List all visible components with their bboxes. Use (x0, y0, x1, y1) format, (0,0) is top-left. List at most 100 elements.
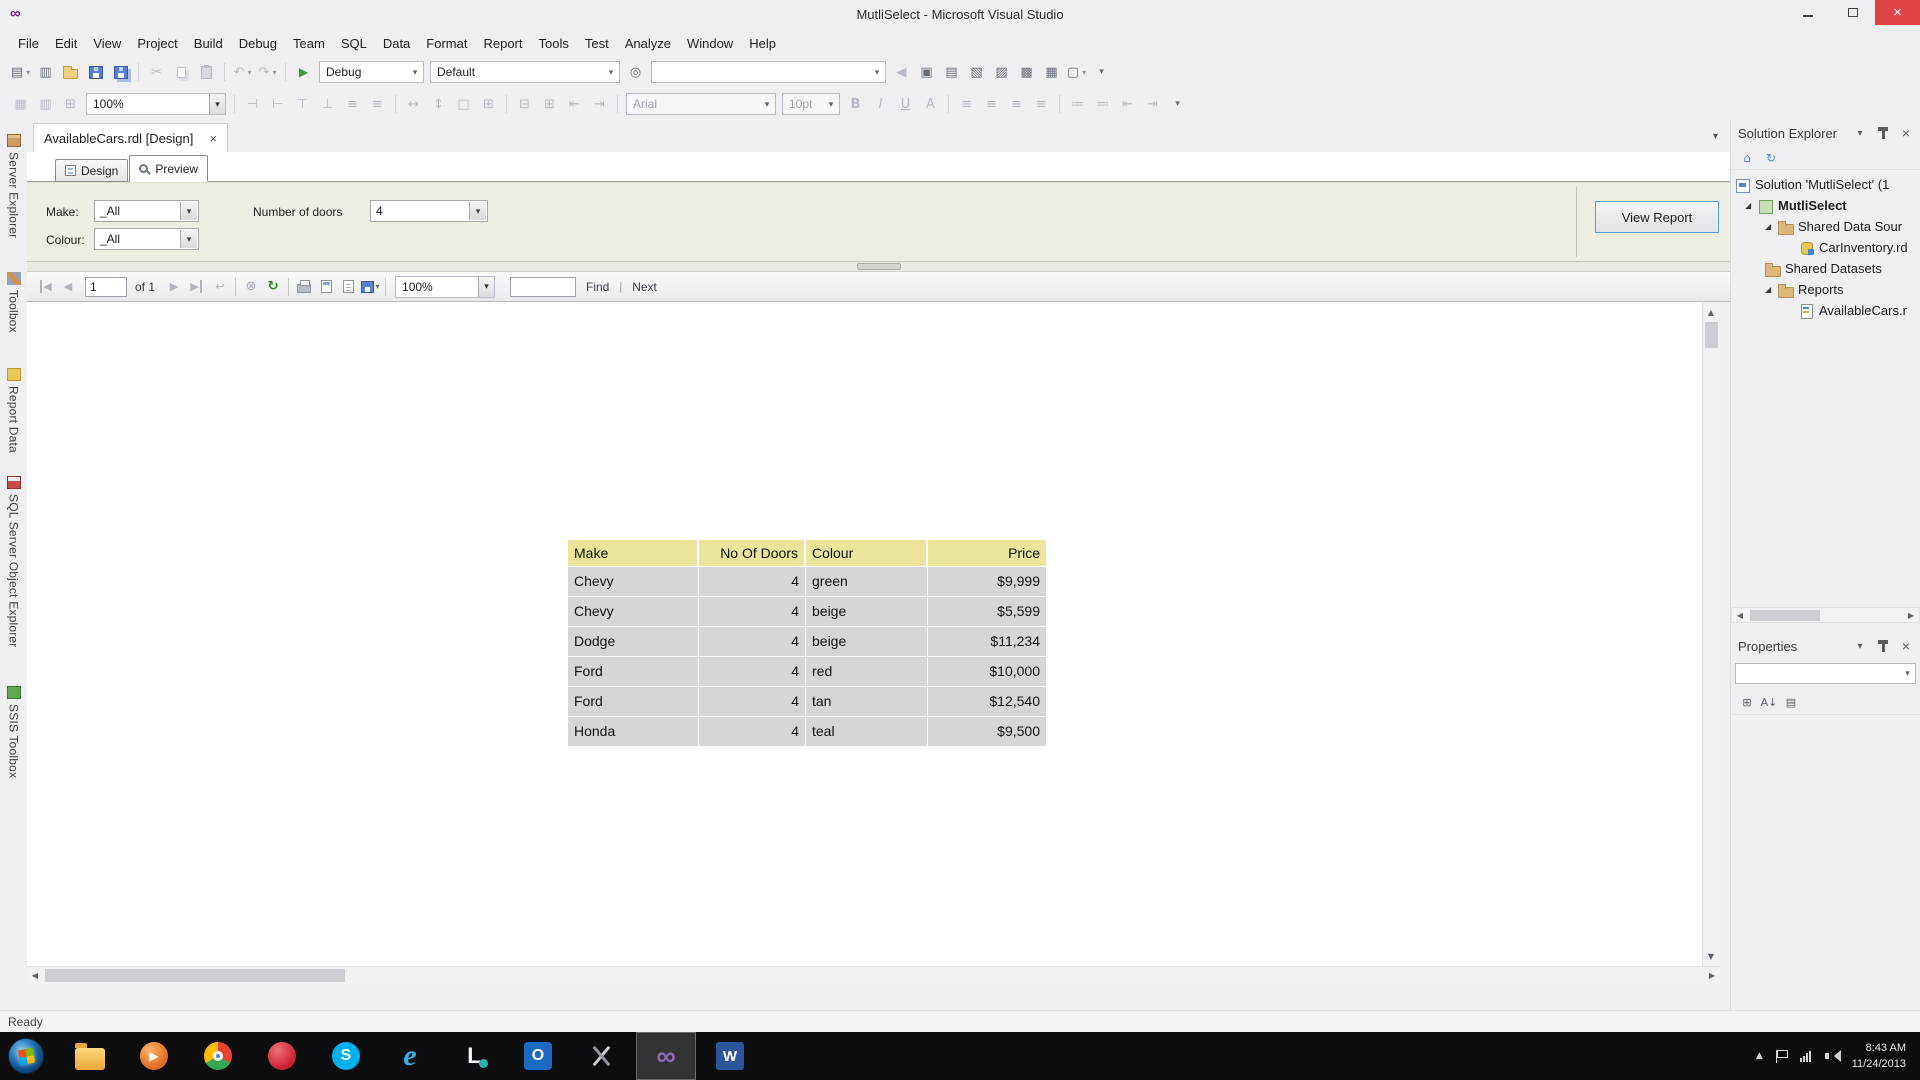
taskbar-item[interactable]: O (508, 1032, 568, 1080)
menu-item[interactable]: Project (129, 30, 185, 56)
toolbar-icon[interactable]: ▢ (1065, 60, 1088, 84)
menu-item[interactable]: Report (475, 30, 530, 56)
start-button[interactable] (8, 1038, 44, 1074)
toolbar-icon[interactable]: ⊣ (241, 92, 264, 116)
toolbar-icon[interactable]: ▣ (915, 60, 938, 84)
viewer-nav-button[interactable]: ▶ (163, 276, 185, 298)
taskbar-item[interactable]: S (316, 1032, 376, 1080)
font-size-combobox[interactable]: 10pt (782, 93, 840, 115)
tab-preview[interactable]: Preview (129, 155, 208, 182)
toolbar-icon[interactable]: ↶ (231, 60, 254, 84)
taskbar-item[interactable]: W (700, 1032, 760, 1080)
toolbar-icon[interactable]: ⊟ (513, 92, 536, 116)
menu-item[interactable]: SQL (333, 30, 375, 56)
toolbar-icon[interactable]: ▨ (990, 60, 1013, 84)
toolbar-icon[interactable]: ⇤ (1116, 92, 1139, 116)
page-number-input[interactable]: 1 (85, 277, 127, 297)
toolbar-icon[interactable]: ↕ (427, 92, 450, 116)
taskbar-item[interactable]: L (444, 1032, 504, 1080)
toolbar-icon[interactable]: ⊥ (316, 92, 339, 116)
parameters-splitter[interactable] (27, 262, 1730, 272)
toolbar-icon[interactable]: ◀ (890, 60, 913, 84)
menu-item[interactable]: Data (375, 30, 418, 56)
toolbar-icon[interactable]: ▦ (9, 92, 32, 116)
colour-combobox[interactable]: _All (94, 228, 199, 250)
menu-item[interactable]: Debug (231, 30, 285, 56)
toolbar-icon[interactable]: ≡ (366, 92, 389, 116)
solution-explorer-toolbar-icon[interactable]: ↻ (1761, 148, 1781, 168)
menu-item[interactable]: Test (577, 30, 617, 56)
properties-object-combobox[interactable] (1735, 663, 1916, 684)
viewer-nav-button[interactable]: ◀ (35, 276, 57, 298)
taskbar-item[interactable]: e (380, 1032, 440, 1080)
toolbar-icon[interactable]: I (869, 92, 892, 116)
toolbar-icon[interactable] (170, 60, 193, 84)
viewer-action-button[interactable]: ⊗ (240, 276, 262, 298)
menu-item[interactable]: File (10, 30, 47, 56)
scrollbar-thumb[interactable] (45, 969, 345, 982)
tree-item[interactable]: Reports (1731, 279, 1920, 300)
toolbar-icon[interactable] (195, 60, 218, 84)
viewer-action-button[interactable] (293, 276, 315, 298)
taskbar-item[interactable] (60, 1032, 120, 1080)
clock[interactable]: 8:43 AM 11/24/2013 (1852, 1040, 1906, 1073)
toolbar-icon[interactable]: ⇥ (1141, 92, 1164, 116)
toolbar-icon[interactable] (285, 63, 286, 81)
toolbar-icon[interactable]: ↷ (256, 60, 279, 84)
toolbar-icon[interactable]: ▩ (1015, 60, 1038, 84)
toolbar-icon[interactable]: ✂ (145, 60, 168, 84)
debug-configuration-combobox[interactable]: Debug (319, 61, 424, 83)
scroll-left-icon[interactable] (27, 968, 43, 984)
scroll-left-icon[interactable] (1732, 607, 1748, 623)
tree-item[interactable]: CarInventory.rd (1731, 237, 1920, 258)
dock-tab[interactable]: Toolbox (0, 272, 27, 333)
action-center-flag-icon[interactable] (1776, 1050, 1787, 1063)
viewer-nav-button[interactable]: ▶ (185, 276, 207, 298)
toolbar-icon[interactable]: ≔ (1066, 92, 1089, 116)
properties-toolbar-icon[interactable]: A↓ (1759, 693, 1779, 713)
toolbar-icon[interactable]: ⇤ (563, 92, 586, 116)
toolbar-icon[interactable]: ≡ (1030, 92, 1053, 116)
report-horizontal-scrollbar[interactable] (27, 966, 1720, 984)
maximize-button[interactable] (1830, 0, 1875, 25)
menu-item[interactable]: Tools (531, 30, 577, 56)
pin-icon[interactable] (1876, 639, 1890, 653)
viewer-action-button[interactable] (337, 276, 359, 298)
toolbar-icon[interactable] (59, 60, 82, 84)
taskbar-item[interactable] (252, 1032, 312, 1080)
tab-list-chevron-icon[interactable]: ▾ (1713, 131, 1718, 142)
toolbar-icon[interactable]: ≕ (1091, 92, 1114, 116)
doors-combobox[interactable]: 4 (370, 200, 488, 222)
viewer-action-button[interactable] (235, 278, 236, 296)
toolbar-overflow-button[interactable]: ▾ (1090, 60, 1113, 84)
properties-toolbar-icon[interactable]: ▤ (1781, 693, 1801, 713)
splitter-grip[interactable] (857, 263, 901, 270)
dock-tab[interactable]: Report Data (0, 368, 27, 453)
designer-zoom-combobox[interactable]: 100% (86, 93, 226, 115)
scrollbar-thumb[interactable] (1750, 610, 1820, 621)
viewer-action-button[interactable]: ↻ (262, 276, 284, 298)
toolbar-icon[interactable]: ≡ (341, 92, 364, 116)
scroll-right-icon[interactable] (1903, 607, 1919, 623)
viewer-action-button[interactable] (385, 278, 386, 296)
solution-explorer-toolbar-icon[interactable]: ⌂ (1737, 148, 1757, 168)
solution-platform-combobox[interactable]: Default (430, 61, 620, 83)
toolbar-icon[interactable]: ▥ (34, 60, 57, 84)
toolbar-icon[interactable]: ▦ (1040, 60, 1063, 84)
close-icon[interactable] (1899, 639, 1913, 653)
tray-expand-icon[interactable]: ▲ (1756, 1051, 1763, 1061)
toolbar-icon[interactable]: ⊞ (477, 92, 500, 116)
viewer-action-button[interactable] (359, 276, 381, 298)
scroll-up-icon[interactable] (1703, 304, 1719, 320)
pin-icon[interactable] (1876, 126, 1890, 140)
font-name-combobox[interactable]: Arial (626, 93, 776, 115)
toolbar-icon[interactable]: ≡ (955, 92, 978, 116)
taskbar-item[interactable]: ▶ (124, 1032, 184, 1080)
menu-item[interactable]: Build (186, 30, 231, 56)
toolbar-icon[interactable]: ▧ (965, 60, 988, 84)
viewer-nav-button[interactable]: ◀ (57, 276, 79, 298)
make-combobox[interactable]: _All (94, 200, 199, 222)
next-button[interactable]: Next (632, 280, 657, 294)
toolbar-icon[interactable]: ⇥ (588, 92, 611, 116)
toolbar-icon[interactable]: ⊤ (291, 92, 314, 116)
